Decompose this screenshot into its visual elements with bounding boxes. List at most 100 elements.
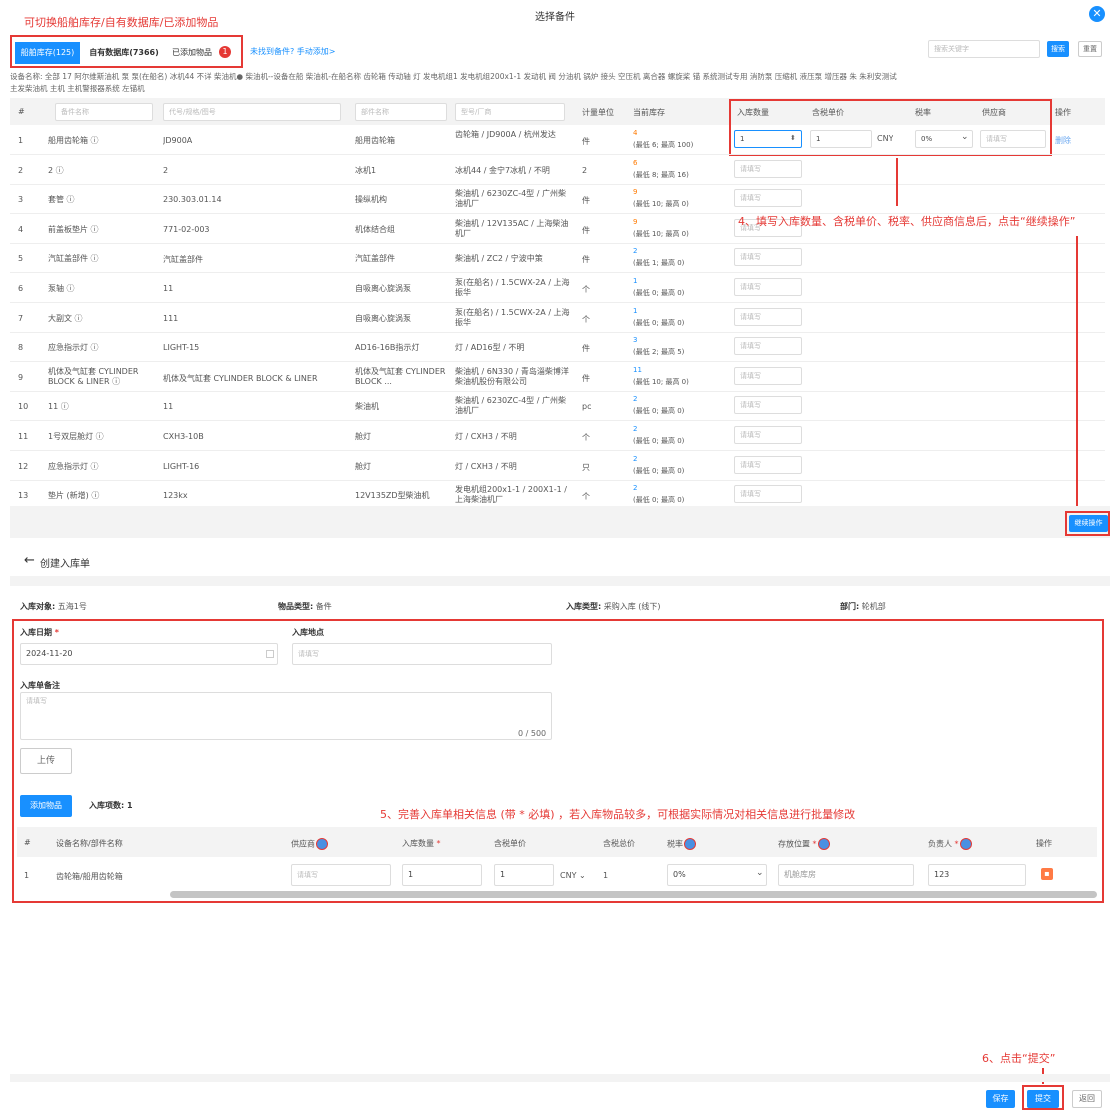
- row-code: LIGHT-15: [163, 343, 200, 352]
- batch-edit-supplier-icon[interactable]: [316, 838, 328, 850]
- item-location-input[interactable]: 机舱库房: [778, 864, 914, 886]
- close-icon[interactable]: ✕: [1089, 6, 1105, 22]
- row-stock: 2: [633, 247, 638, 255]
- batch-edit-tax-icon[interactable]: [684, 838, 696, 850]
- calendar-icon[interactable]: [266, 650, 274, 658]
- row-unit: 件: [582, 196, 590, 205]
- add-item-button[interactable]: 添加物品: [20, 795, 72, 817]
- row-unit: 个: [582, 492, 590, 501]
- row-name: 大副文 ⓘ: [48, 314, 83, 323]
- added-count-badge: 1: [219, 46, 231, 58]
- row-stock: 9: [633, 218, 638, 226]
- device-filter-line1[interactable]: 设备名称: 全部 17 阿尔维斯油机 泵 泵(在船名) 冰机44 不详 柴油机●…: [10, 71, 1105, 82]
- qty-input[interactable]: 请填写: [734, 426, 802, 444]
- row-name: 机体及气缸套 CYLINDER BLOCK & LINER ⓘ: [48, 367, 139, 386]
- submit-button[interactable]: 提交: [1027, 1090, 1059, 1108]
- row-model: 灯 / CXH3 / 不明: [455, 432, 517, 441]
- qty-input[interactable]: 请填写: [734, 160, 802, 178]
- search-input[interactable]: 搜索关键字: [928, 40, 1040, 58]
- item-owner-input[interactable]: 123: [928, 864, 1026, 886]
- save-button[interactable]: 保存: [986, 1090, 1015, 1108]
- row-part: 汽缸盖部件: [355, 254, 395, 263]
- row-code: 机体及气缸套 CYLINDER BLOCK & LINER: [163, 374, 318, 383]
- tab-ship-inventory[interactable]: 船舶库存(125): [15, 42, 80, 64]
- row-stock-range: (最低 0; 最高 0): [633, 407, 685, 415]
- qty-input[interactable]: 请填写: [734, 396, 802, 414]
- item-qty-input[interactable]: 1: [402, 864, 482, 886]
- price-input[interactable]: 1: [810, 130, 872, 148]
- delete-item-icon[interactable]: ▪: [1041, 868, 1053, 880]
- filter-model-input[interactable]: 型号/厂商: [455, 103, 565, 121]
- annotation-step5: 5、完善入库单相关信息 (带 * 必填) ，若入库物品较多，可根据实际情况对相关…: [380, 808, 856, 821]
- back-button[interactable]: 返回: [1072, 1090, 1102, 1108]
- location-label: 入库地点: [292, 628, 324, 637]
- row-stock-range: (最低 6; 最高 100): [633, 141, 694, 149]
- manual-add-link[interactable]: 未找到备件? 手动添加>: [250, 46, 336, 57]
- row-name: 前盖板垫片 ⓘ: [48, 225, 99, 234]
- col-no: #: [18, 107, 25, 116]
- row-no: 4: [18, 225, 24, 234]
- dialog-title: 选择备件: [535, 12, 575, 23]
- batch-edit-location-icon[interactable]: [817, 838, 830, 850]
- row-stock: 6: [633, 159, 638, 167]
- row-no: 11: [18, 432, 29, 441]
- row-part: 柴油机: [355, 402, 379, 411]
- item-row-name: 齿轮箱/船用齿轮箱: [56, 872, 123, 881]
- tax-chevron-icon: ⌄: [756, 868, 764, 878]
- row-code: 11: [163, 402, 174, 411]
- date-input[interactable]: 2024-11-20: [20, 643, 278, 665]
- date-label: 入库日期 *: [20, 628, 59, 637]
- qty-input[interactable]: 请填写: [734, 367, 802, 385]
- qty-input[interactable]: 请填写: [734, 308, 802, 326]
- tab-added-items[interactable]: 已添加物品: [167, 42, 217, 64]
- qty-input[interactable]: 请填写: [734, 189, 802, 207]
- remark-textarea[interactable]: 请填写: [20, 692, 552, 740]
- delete-link[interactable]: 删除: [1055, 135, 1071, 146]
- arrow-step4-up: [1076, 236, 1078, 511]
- col-unit: 计量单位: [582, 108, 614, 117]
- row-no: 9: [18, 373, 24, 382]
- item-price-input[interactable]: 1: [494, 864, 554, 886]
- row-no: 8: [18, 343, 24, 352]
- item-supplier-input[interactable]: 请填写: [291, 864, 391, 886]
- row-code: 123kx: [163, 491, 188, 500]
- stepper-arrows-icon[interactable]: ⬍: [790, 134, 796, 142]
- currency-select[interactable]: CNY: [877, 134, 893, 143]
- filter-name-input[interactable]: 备件名称: [55, 103, 153, 121]
- supplier-input[interactable]: 请填写: [980, 130, 1046, 148]
- back-arrow-icon[interactable]: ←: [24, 553, 35, 568]
- row-model: 柴油机 / 12V135AC / 上海柴油机厂: [455, 219, 569, 238]
- horizontal-scrollbar[interactable]: [170, 891, 1097, 898]
- row-model: 泵(在船名) / 1.5CWX-2A / 上海振华: [455, 308, 570, 327]
- qty-input[interactable]: 请填写: [734, 248, 802, 266]
- row-unit: 件: [582, 374, 590, 383]
- items-col-op: 操作: [1036, 839, 1052, 848]
- batch-edit-owner-icon[interactable]: [959, 838, 972, 850]
- row-model: 柴油机 / ZC2 / 宁波中策: [455, 254, 543, 263]
- qty-input[interactable]: 请填写: [734, 456, 802, 474]
- row-stock-range: (最低 0; 最高 0): [633, 496, 685, 504]
- qty-input[interactable]: 请填写: [734, 485, 802, 503]
- row-no: 10: [18, 402, 29, 411]
- search-button[interactable]: 搜索: [1047, 41, 1069, 57]
- row-model: 泵(在船名) / 1.5CWX-2A / 上海振华: [455, 278, 570, 297]
- filter-part-input[interactable]: 部件名称: [355, 103, 447, 121]
- row-stock-range: (最低 0; 最高 0): [633, 289, 685, 297]
- upload-button[interactable]: 上传: [20, 748, 72, 774]
- items-col-total: 含税总价: [603, 839, 635, 848]
- location-input[interactable]: 请填写: [292, 643, 552, 665]
- qty-input[interactable]: 请填写: [734, 278, 802, 296]
- device-filter-line2[interactable]: 主发柴油机 主机 主机警报器系统 左锚机: [10, 83, 145, 94]
- row-part: AD16-16B指示灯: [355, 343, 420, 352]
- tab-own-database[interactable]: 自有数据库(7366): [84, 42, 164, 64]
- reset-button[interactable]: 重置: [1078, 41, 1102, 57]
- row-no: 5: [18, 254, 24, 263]
- filter-code-input[interactable]: 代号/规格/图号: [163, 103, 341, 121]
- info-type: 物品类型: 备件: [278, 602, 332, 611]
- continue-button[interactable]: 继续操作: [1069, 515, 1108, 532]
- item-currency-select[interactable]: CNY ⌄: [560, 871, 586, 880]
- item-tax-select[interactable]: 0%: [667, 864, 767, 886]
- col-op: 操作: [1055, 108, 1071, 117]
- row-part: 舱灯: [355, 462, 371, 471]
- qty-input[interactable]: 请填写: [734, 337, 802, 355]
